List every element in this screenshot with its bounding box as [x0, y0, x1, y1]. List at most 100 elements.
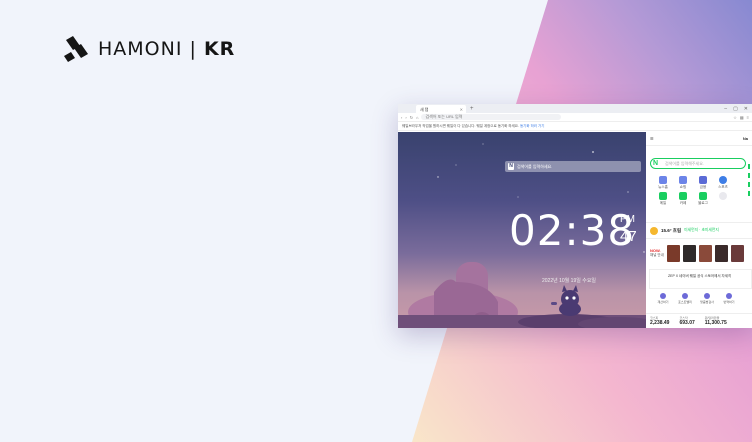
clock-seconds: 47 — [620, 228, 637, 245]
promo-banner[interactable]: ZEP X 네이버 웨일 공식 스토어에서 자세히 — [649, 269, 752, 289]
scene-search-placeholder: 검색어를 입력하세요. — [517, 164, 553, 169]
stock-ticker: 코스피 2,238.49 코스닥 693.07 원/달러환율 11,300.75 — [646, 313, 752, 328]
menu-icon[interactable]: ≡ — [747, 115, 749, 120]
tool-shortcut[interactable]: 계산하기 — [652, 293, 674, 311]
mail-icon — [659, 192, 667, 200]
service-shortcut[interactable]: 스포츠 — [714, 176, 732, 190]
minimize-icon[interactable]: – — [724, 106, 727, 112]
calculator-icon — [660, 293, 666, 299]
brand-name-bold: KR — [203, 38, 236, 60]
clock-time: 02:38 — [509, 206, 636, 255]
stock-value: 11,300.75 — [704, 320, 727, 326]
service-shortcuts: 뉴스홈 쇼핑 금융 스포츠 메일 카페 블로그 — [654, 176, 752, 206]
reload-icon[interactable]: ↻ — [410, 115, 413, 120]
banner-text: ZEP X 네이버 웨일 공식 스토어에서 자세히 — [668, 274, 732, 278]
service-label: 뉴스홈 — [658, 185, 668, 189]
brand-name-light: HAMONI — [98, 38, 183, 60]
sidebar-header: ☰ Na — [646, 132, 752, 146]
spellcheck-icon — [704, 293, 710, 299]
media-thumbnail[interactable] — [682, 244, 696, 262]
notice-link[interactable]: 동기화 하러 가기 — [520, 124, 545, 128]
sidebar-search-input[interactable]: N 검색어를 입력해주세요. — [650, 158, 746, 169]
sun-icon — [650, 226, 658, 235]
post-icon — [682, 293, 688, 299]
extension-icon[interactable]: ▦ — [740, 115, 744, 120]
service-shortcut[interactable]: 금융 — [694, 176, 712, 190]
tab-new-tab[interactable]: 새 탭 ✕ — [416, 105, 466, 113]
service-icon — [739, 176, 747, 184]
brand-name: HAMONI | KR — [98, 38, 236, 60]
window-close-icon[interactable]: ✕ — [744, 106, 748, 112]
sidebar-edge-indicators — [748, 160, 752, 242]
indicator-mark — [748, 191, 750, 196]
page-content: N 검색어를 입력하세요. 02:38 PM 47 2022년 10월 19일 … — [398, 132, 752, 328]
tool-shortcut[interactable]: 번역하기 — [718, 293, 740, 311]
service-shortcut[interactable] — [714, 192, 732, 206]
service-shortcut[interactable]: 쇼핑 — [674, 176, 692, 190]
forward-icon[interactable]: › — [405, 115, 406, 120]
scene-search-box[interactable]: N 검색어를 입력하세요. — [505, 161, 641, 172]
tab-label: 새 탭 — [420, 107, 429, 112]
service-icon — [699, 176, 707, 184]
media-thumbnail[interactable] — [698, 244, 712, 262]
media-thumbnail[interactable] — [730, 244, 744, 262]
service-label: 블로그 — [698, 201, 708, 205]
blog-icon — [699, 192, 707, 200]
service-icon — [659, 176, 667, 184]
naver-logo-icon: N — [653, 160, 660, 167]
cafe-icon — [679, 192, 687, 200]
browser-window: 새 탭 ✕ + – ▢ ✕ ‹ › ↻ ⌂ 검색어 또는 URL 입력 ☆ ▦ … — [398, 104, 752, 328]
indicator-mark — [748, 182, 750, 187]
new-tab-icon[interactable]: + — [470, 105, 474, 113]
sync-notice: 웨일브라우저 작업을 원하시면 웨일이 다 있습니다. 웨일 계정으로 동기화 … — [398, 122, 752, 131]
indicator-mark — [748, 173, 750, 178]
naver-n-icon: N — [508, 163, 514, 170]
tool-label: 포스트밸리 — [678, 300, 692, 304]
service-icon — [679, 176, 687, 184]
translate-icon — [726, 293, 732, 299]
weather-description: 미세먼지 · 초미세먼지 — [684, 228, 719, 232]
service-shortcut[interactable]: 카페 — [674, 192, 692, 206]
media-thumbnail[interactable] — [714, 244, 728, 262]
tool-label: 계산하기 — [657, 300, 669, 304]
sidebar-search-placeholder: 검색어를 입력해주세요. — [665, 160, 705, 166]
address-bar[interactable]: 검색어 또는 URL 입력 — [421, 114, 562, 120]
close-tab-icon[interactable]: ✕ — [460, 107, 463, 112]
indicator-mark — [748, 164, 750, 169]
home-icon[interactable]: ⌂ — [416, 115, 418, 120]
stock-value: 2,238.49 — [650, 320, 670, 326]
tool-label: 맞춤법검사 — [700, 300, 714, 304]
service-icon — [719, 176, 727, 184]
hamoni-logo-icon — [64, 36, 88, 62]
clock-date: 2022년 10월 19일 수요일 — [542, 278, 597, 284]
stock-item[interactable]: 코스피 2,238.49 — [650, 316, 669, 326]
sidebar-profile-icon[interactable]: Na — [743, 136, 748, 141]
stock-value: 693.07 — [679, 320, 695, 326]
now-channel-label: 채널 안내 — [650, 253, 664, 257]
service-shortcut[interactable]: 뉴스홈 — [654, 176, 672, 190]
more-icon — [719, 192, 727, 200]
back-icon[interactable]: ‹ — [401, 115, 402, 120]
naver-sidebar: ☰ Na N 검색어를 입력해주세요. 뉴스홈 쇼핑 금융 스포츠 메일 카페 … — [646, 132, 752, 328]
new-tab-scene: N 검색어를 입력하세요. 02:38 PM 47 2022년 10월 19일 … — [398, 132, 646, 328]
service-shortcut[interactable]: 메일 — [654, 192, 672, 206]
tool-shortcut[interactable]: 포스트밸리 — [674, 293, 696, 311]
tab-bar: 새 탭 ✕ + – ▢ ✕ — [398, 104, 752, 113]
toolbar: ‹ › ↻ ⌂ 검색어 또는 URL 입력 ☆ ▦ ≡ — [398, 113, 752, 122]
now-media-strip: NOW. 채널 안내 — [646, 242, 752, 264]
weather-widget[interactable]: 15.6° 흐림 미세먼지 · 초미세먼지 — [646, 222, 752, 239]
stock-item[interactable]: 원/달러환율 11,300.75 — [705, 316, 727, 326]
tool-shortcut[interactable]: 맞춤법검사 — [696, 293, 718, 311]
brand-logo: HAMONI | KR — [62, 34, 235, 64]
bookmark-icon[interactable]: ☆ — [733, 115, 737, 120]
service-label: 쇼핑 — [679, 185, 687, 189]
maximize-icon[interactable]: ▢ — [733, 106, 738, 112]
sidebar-menu-icon[interactable]: ☰ — [650, 136, 654, 141]
stock-item[interactable]: 코스닥 693.07 — [679, 316, 694, 326]
tool-label: 번역하기 — [723, 300, 735, 304]
tool-shortcuts: 계산하기 포스트밸리 맞춤법검사 번역하기 — [646, 293, 752, 311]
service-shortcut[interactable]: 블로그 — [694, 192, 712, 206]
media-brand: NOW. 채널 안내 — [650, 248, 664, 258]
service-label: 카페 — [679, 201, 687, 205]
media-thumbnail[interactable] — [666, 244, 680, 262]
